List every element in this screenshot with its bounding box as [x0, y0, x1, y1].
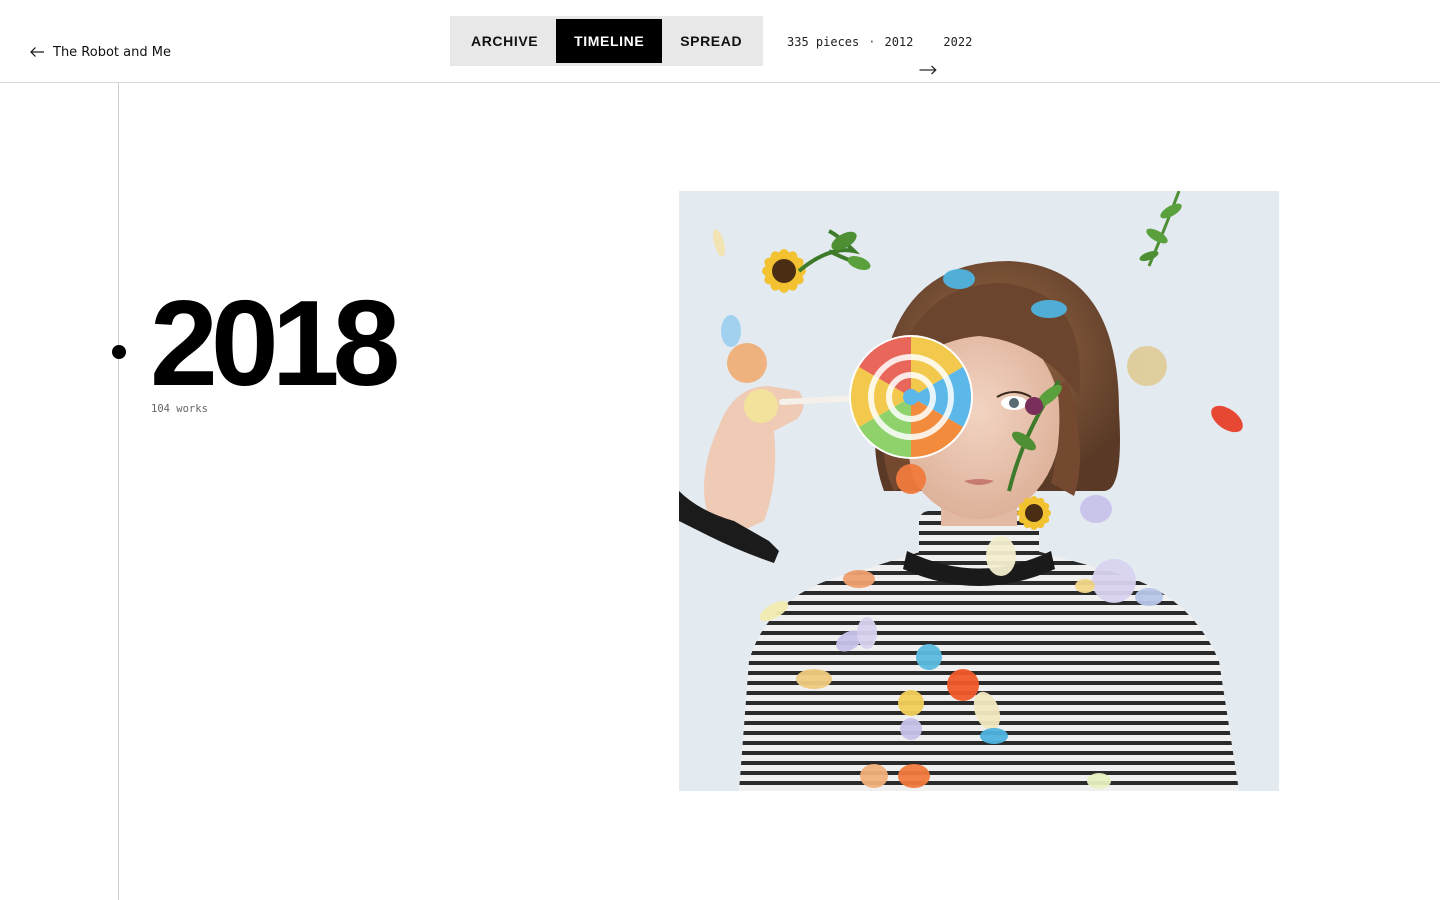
end-year: 2022: [943, 35, 973, 49]
works-count: 104 works: [151, 403, 208, 415]
long-arrow-right-icon: [919, 37, 938, 75]
back-link-label: The Robot and Me: [53, 44, 171, 60]
top-bar: The Robot and Me ARCHIVE TIMELINE SPREAD…: [0, 0, 1440, 83]
arrow-left-icon: [30, 46, 45, 58]
timeline-rail: [118, 83, 119, 900]
tab-spread[interactable]: SPREAD: [662, 19, 760, 63]
view-switch: ARCHIVE TIMELINE SPREAD: [450, 16, 763, 66]
tab-timeline[interactable]: TIMELINE: [556, 19, 663, 63]
meta-separator: ·: [868, 35, 876, 49]
artwork-image[interactable]: [679, 191, 1279, 791]
year-heading: 2018: [150, 275, 400, 411]
start-year: 2012: [884, 35, 914, 49]
collection-meta: 335 pieces · 2012 2022: [787, 33, 973, 75]
piece-count: 335 pieces: [787, 35, 860, 49]
artwork-illustration: [679, 191, 1279, 791]
back-link[interactable]: The Robot and Me: [30, 42, 171, 62]
timeline-marker[interactable]: [112, 345, 126, 359]
tab-archive[interactable]: ARCHIVE: [453, 19, 556, 63]
